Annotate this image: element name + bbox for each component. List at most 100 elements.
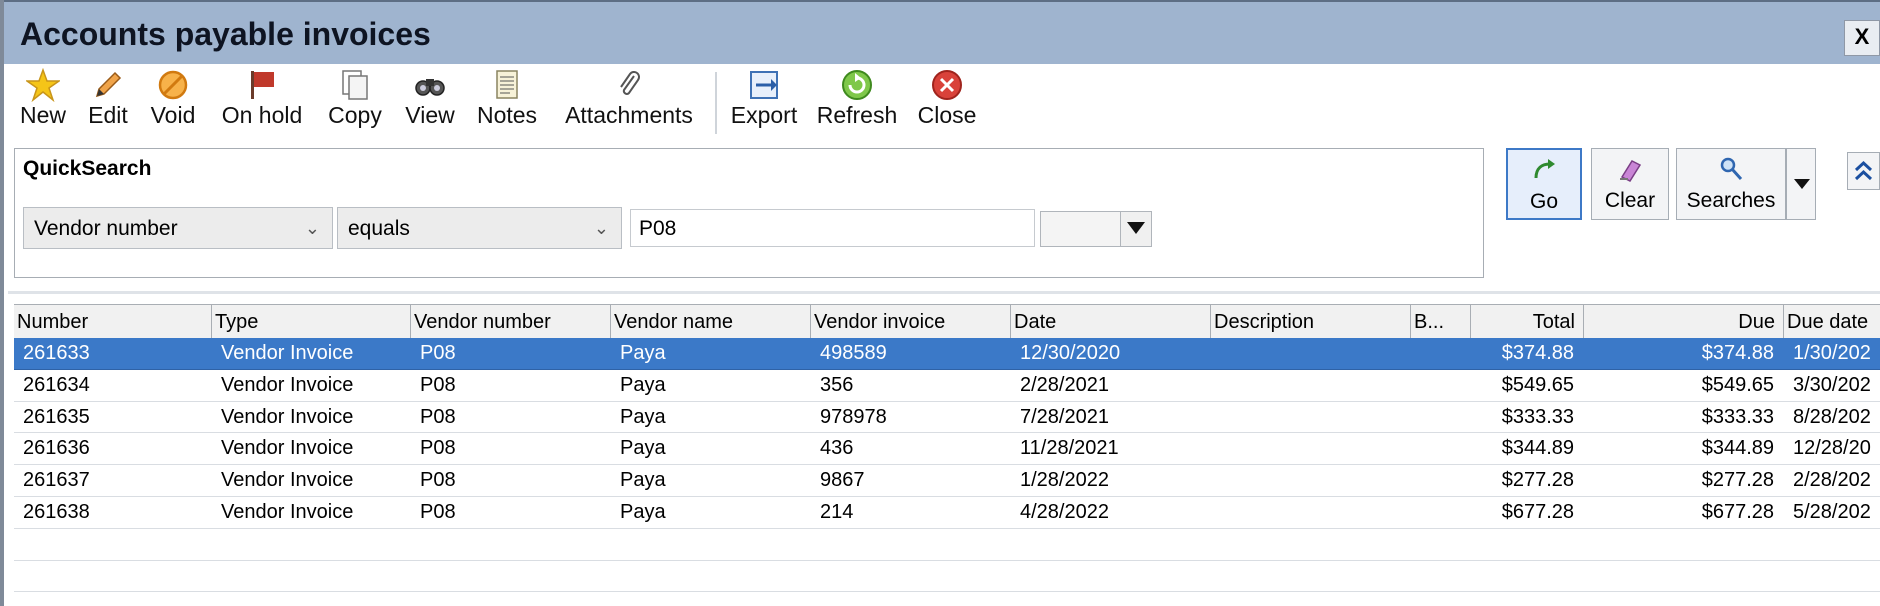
cell-due-date[interactable]: 12/28/20 — [1784, 433, 1880, 464]
edit-button[interactable]: Edit — [82, 68, 134, 138]
column-header-due[interactable]: Due — [1584, 305, 1784, 339]
search-value-input[interactable]: P08 — [630, 209, 1035, 247]
cell-due-date[interactable]: 2/28/202 — [1784, 465, 1880, 496]
cell-vendor-number[interactable]: P08 — [411, 497, 611, 528]
cell-due[interactable]: $277.28 — [1584, 465, 1784, 496]
cell-vendor-invoice[interactable]: 356 — [811, 370, 1011, 401]
view-button[interactable]: View — [400, 68, 460, 138]
cell-vendor-number[interactable]: P08 — [411, 402, 611, 433]
close-button[interactable]: Close — [916, 68, 978, 138]
go-button[interactable]: Go — [1506, 148, 1582, 220]
cell-description[interactable] — [1211, 465, 1411, 496]
cell-total[interactable]: $344.89 — [1471, 433, 1584, 464]
void-button[interactable]: Void — [145, 68, 201, 138]
table-row[interactable]: 261637 Vendor Invoice P08 Paya 9867 1/28/2022… — [14, 465, 1880, 497]
cell-vendor-number[interactable]: P08 — [411, 370, 611, 401]
cell-date[interactable]: 12/30/2020 — [1011, 338, 1211, 369]
cell-date[interactable]: 1/28/2022 — [1011, 465, 1211, 496]
cell-type[interactable]: Vendor Invoice — [212, 465, 411, 496]
notes-button[interactable]: Notes — [472, 68, 542, 138]
column-header-due-date[interactable]: Due date — [1784, 305, 1880, 339]
cell-vendor-name[interactable]: Paya — [611, 370, 811, 401]
search-operator-select[interactable]: equals ⌄ — [337, 207, 622, 249]
cell-due[interactable]: $549.65 — [1584, 370, 1784, 401]
cell-type[interactable]: Vendor Invoice — [212, 370, 411, 401]
attachments-button[interactable]: Attachments — [559, 68, 699, 138]
cell-due[interactable]: $677.28 — [1584, 497, 1784, 528]
cell-b[interactable] — [1411, 433, 1471, 464]
column-header-number[interactable]: Number — [14, 305, 212, 339]
cell-total[interactable]: $277.28 — [1471, 465, 1584, 496]
cell-number[interactable]: 261638 — [14, 497, 212, 528]
cell-description[interactable] — [1211, 497, 1411, 528]
copy-button[interactable]: Copy — [322, 68, 388, 138]
search-field-select[interactable]: Vendor number ⌄ — [23, 207, 333, 249]
search-extra-field[interactable] — [1041, 212, 1121, 246]
cell-description[interactable] — [1211, 338, 1411, 369]
cell-date[interactable]: 7/28/2021 — [1011, 402, 1211, 433]
export-button[interactable]: Export — [729, 68, 799, 138]
cell-vendor-name[interactable]: Paya — [611, 433, 811, 464]
cell-description[interactable] — [1211, 370, 1411, 401]
cell-number[interactable]: 261637 — [14, 465, 212, 496]
cell-type[interactable]: Vendor Invoice — [212, 433, 411, 464]
cell-vendor-name[interactable]: Paya — [611, 465, 811, 496]
cell-type[interactable]: Vendor Invoice — [212, 338, 411, 369]
table-row[interactable]: 261634 Vendor Invoice P08 Paya 356 2/28/2021 $… — [14, 370, 1880, 402]
cell-b[interactable] — [1411, 402, 1471, 433]
cell-date[interactable]: 11/28/2021 — [1011, 433, 1211, 464]
cell-number[interactable]: 261633 — [14, 338, 212, 369]
table-row[interactable]: 261636 Vendor Invoice P08 Paya 436 11/28/2021… — [14, 433, 1880, 466]
dropdown-arrow-icon[interactable] — [1127, 222, 1145, 234]
cell-vendor-name[interactable]: Paya — [611, 497, 811, 528]
cell-vendor-invoice[interactable]: 498589 — [811, 338, 1011, 369]
cell-due-date[interactable]: 5/28/202 — [1784, 497, 1880, 528]
column-header-description[interactable]: Description — [1211, 305, 1411, 339]
cell-vendor-number[interactable]: P08 — [411, 465, 611, 496]
cell-date[interactable]: 2/28/2021 — [1011, 370, 1211, 401]
cell-total[interactable]: $549.65 — [1471, 370, 1584, 401]
cell-total[interactable]: $677.28 — [1471, 497, 1584, 528]
clear-button[interactable]: Clear — [1591, 148, 1669, 220]
cell-date[interactable]: 4/28/2022 — [1011, 497, 1211, 528]
cell-description[interactable] — [1211, 402, 1411, 433]
cell-type[interactable]: Vendor Invoice — [212, 497, 411, 528]
column-header-type[interactable]: Type — [212, 305, 411, 339]
cell-b[interactable] — [1411, 497, 1471, 528]
cell-total[interactable]: $374.88 — [1471, 338, 1584, 369]
column-header-vendor-invoice[interactable]: Vendor invoice — [811, 305, 1011, 339]
column-header-date[interactable]: Date — [1011, 305, 1211, 339]
search-extra-dropdown[interactable] — [1040, 211, 1152, 247]
cell-due-date[interactable]: 8/28/202 — [1784, 402, 1880, 433]
cell-number[interactable]: 261635 — [14, 402, 212, 433]
cell-vendor-name[interactable]: Paya — [611, 338, 811, 369]
column-header-vendor-name[interactable]: Vendor name — [611, 305, 811, 339]
on-hold-button[interactable]: On hold — [216, 68, 308, 138]
cell-b[interactable] — [1411, 338, 1471, 369]
cell-vendor-number[interactable]: P08 — [411, 433, 611, 464]
cell-vendor-name[interactable]: Paya — [611, 402, 811, 433]
collapse-panel-button[interactable] — [1847, 152, 1880, 190]
cell-total[interactable]: $333.33 — [1471, 402, 1584, 433]
table-row[interactable]: 261635 Vendor Invoice P08 Paya 978978 7/28/20… — [14, 402, 1880, 434]
cell-due[interactable]: $374.88 — [1584, 338, 1784, 369]
cell-type[interactable]: Vendor Invoice — [212, 402, 411, 433]
searches-dropdown-button[interactable] — [1786, 148, 1816, 220]
cell-due[interactable]: $344.89 — [1584, 433, 1784, 464]
cell-vendor-invoice[interactable]: 214 — [811, 497, 1011, 528]
cell-vendor-invoice[interactable]: 9867 — [811, 465, 1011, 496]
cell-vendor-invoice[interactable]: 978978 — [811, 402, 1011, 433]
table-row[interactable]: 261633 Vendor Invoice P08 Paya 498589 12/30/2… — [14, 338, 1880, 370]
column-header-vendor-number[interactable]: Vendor number — [411, 305, 611, 339]
cell-due-date[interactable]: 3/30/202 — [1784, 370, 1880, 401]
table-row[interactable]: 261638 Vendor Invoice P08 Paya 214 4/28/2022 $… — [14, 497, 1880, 529]
column-header-b[interactable]: B... — [1411, 305, 1471, 339]
searches-button[interactable]: Searches — [1676, 148, 1786, 220]
cell-b[interactable] — [1411, 370, 1471, 401]
cell-b[interactable] — [1411, 465, 1471, 496]
column-header-total[interactable]: Total — [1471, 305, 1584, 339]
cell-vendor-invoice[interactable]: 436 — [811, 433, 1011, 464]
window-close-button[interactable]: X — [1844, 20, 1880, 56]
new-button[interactable]: New — [14, 68, 72, 138]
cell-number[interactable]: 261634 — [14, 370, 212, 401]
